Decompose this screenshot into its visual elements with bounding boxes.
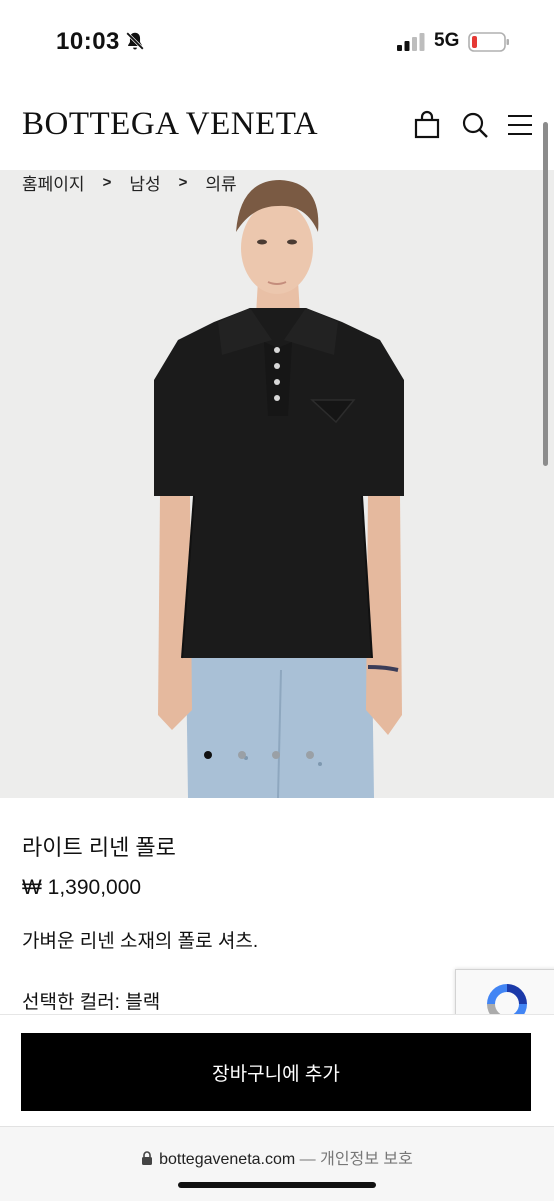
site-header: BOTTEGA VENETA — [0, 84, 554, 170]
breadcrumb-item-clothing[interactable]: 의류 — [205, 170, 236, 195]
product-gallery[interactable]: 홈페이지 > 남성 > 의류 — [0, 170, 554, 798]
sticky-cta-bar: 장바구니에 추가 — [0, 1014, 554, 1127]
status-time: 10:03 — [56, 28, 120, 55]
black-knit-polo-shirt-photo — [0, 170, 554, 798]
browser-url-bar[interactable]: bottegaveneta.com — 개인정보 보호 — [0, 1126, 554, 1201]
search-icon[interactable] — [460, 110, 490, 140]
lock-icon — [142, 1151, 153, 1165]
page-scrollbar[interactable] — [543, 122, 548, 466]
add-to-cart-button[interactable]: 장바구니에 추가 — [21, 1033, 531, 1111]
product-price: ₩ 1,390,000 — [22, 876, 142, 899]
gallery-dot[interactable] — [238, 751, 246, 759]
breadcrumb: 홈페이지 > 남성 > 의류 — [22, 170, 237, 195]
url-domain: bottegaveneta.com — [159, 1151, 296, 1168]
bell-slash-icon — [126, 32, 144, 50]
privacy-label: 개인정보 보호 — [320, 1151, 413, 1168]
gallery-dot[interactable] — [272, 751, 280, 759]
chevron-right-icon: > — [178, 174, 188, 191]
shopping-bag-icon[interactable] — [412, 110, 442, 140]
gallery-dot[interactable] — [306, 751, 314, 759]
url-separator: — — [299, 1151, 316, 1168]
network-label: 5G — [434, 30, 460, 51]
brand-logo[interactable]: BOTTEGA VENETA — [22, 106, 318, 143]
battery-icon — [468, 32, 509, 52]
home-indicator[interactable] — [178, 1182, 376, 1188]
menu-icon[interactable] — [505, 110, 535, 140]
chevron-right-icon: > — [102, 174, 112, 191]
gallery-dot[interactable] — [204, 751, 212, 759]
status-bar: 10:03 5G — [0, 0, 554, 84]
product-description: 가벼운 리넨 소재의 폴로 셔츠. — [22, 931, 259, 952]
breadcrumb-item-home[interactable]: 홈페이지 — [22, 170, 85, 195]
gallery-pagination — [204, 751, 314, 759]
signal-icon — [397, 33, 425, 51]
product-name: 라이트 리넨 폴로 — [22, 835, 176, 860]
url-display[interactable]: bottegaveneta.com — 개인정보 보호 — [0, 1145, 554, 1169]
breadcrumb-item-men[interactable]: 남성 — [129, 170, 160, 195]
